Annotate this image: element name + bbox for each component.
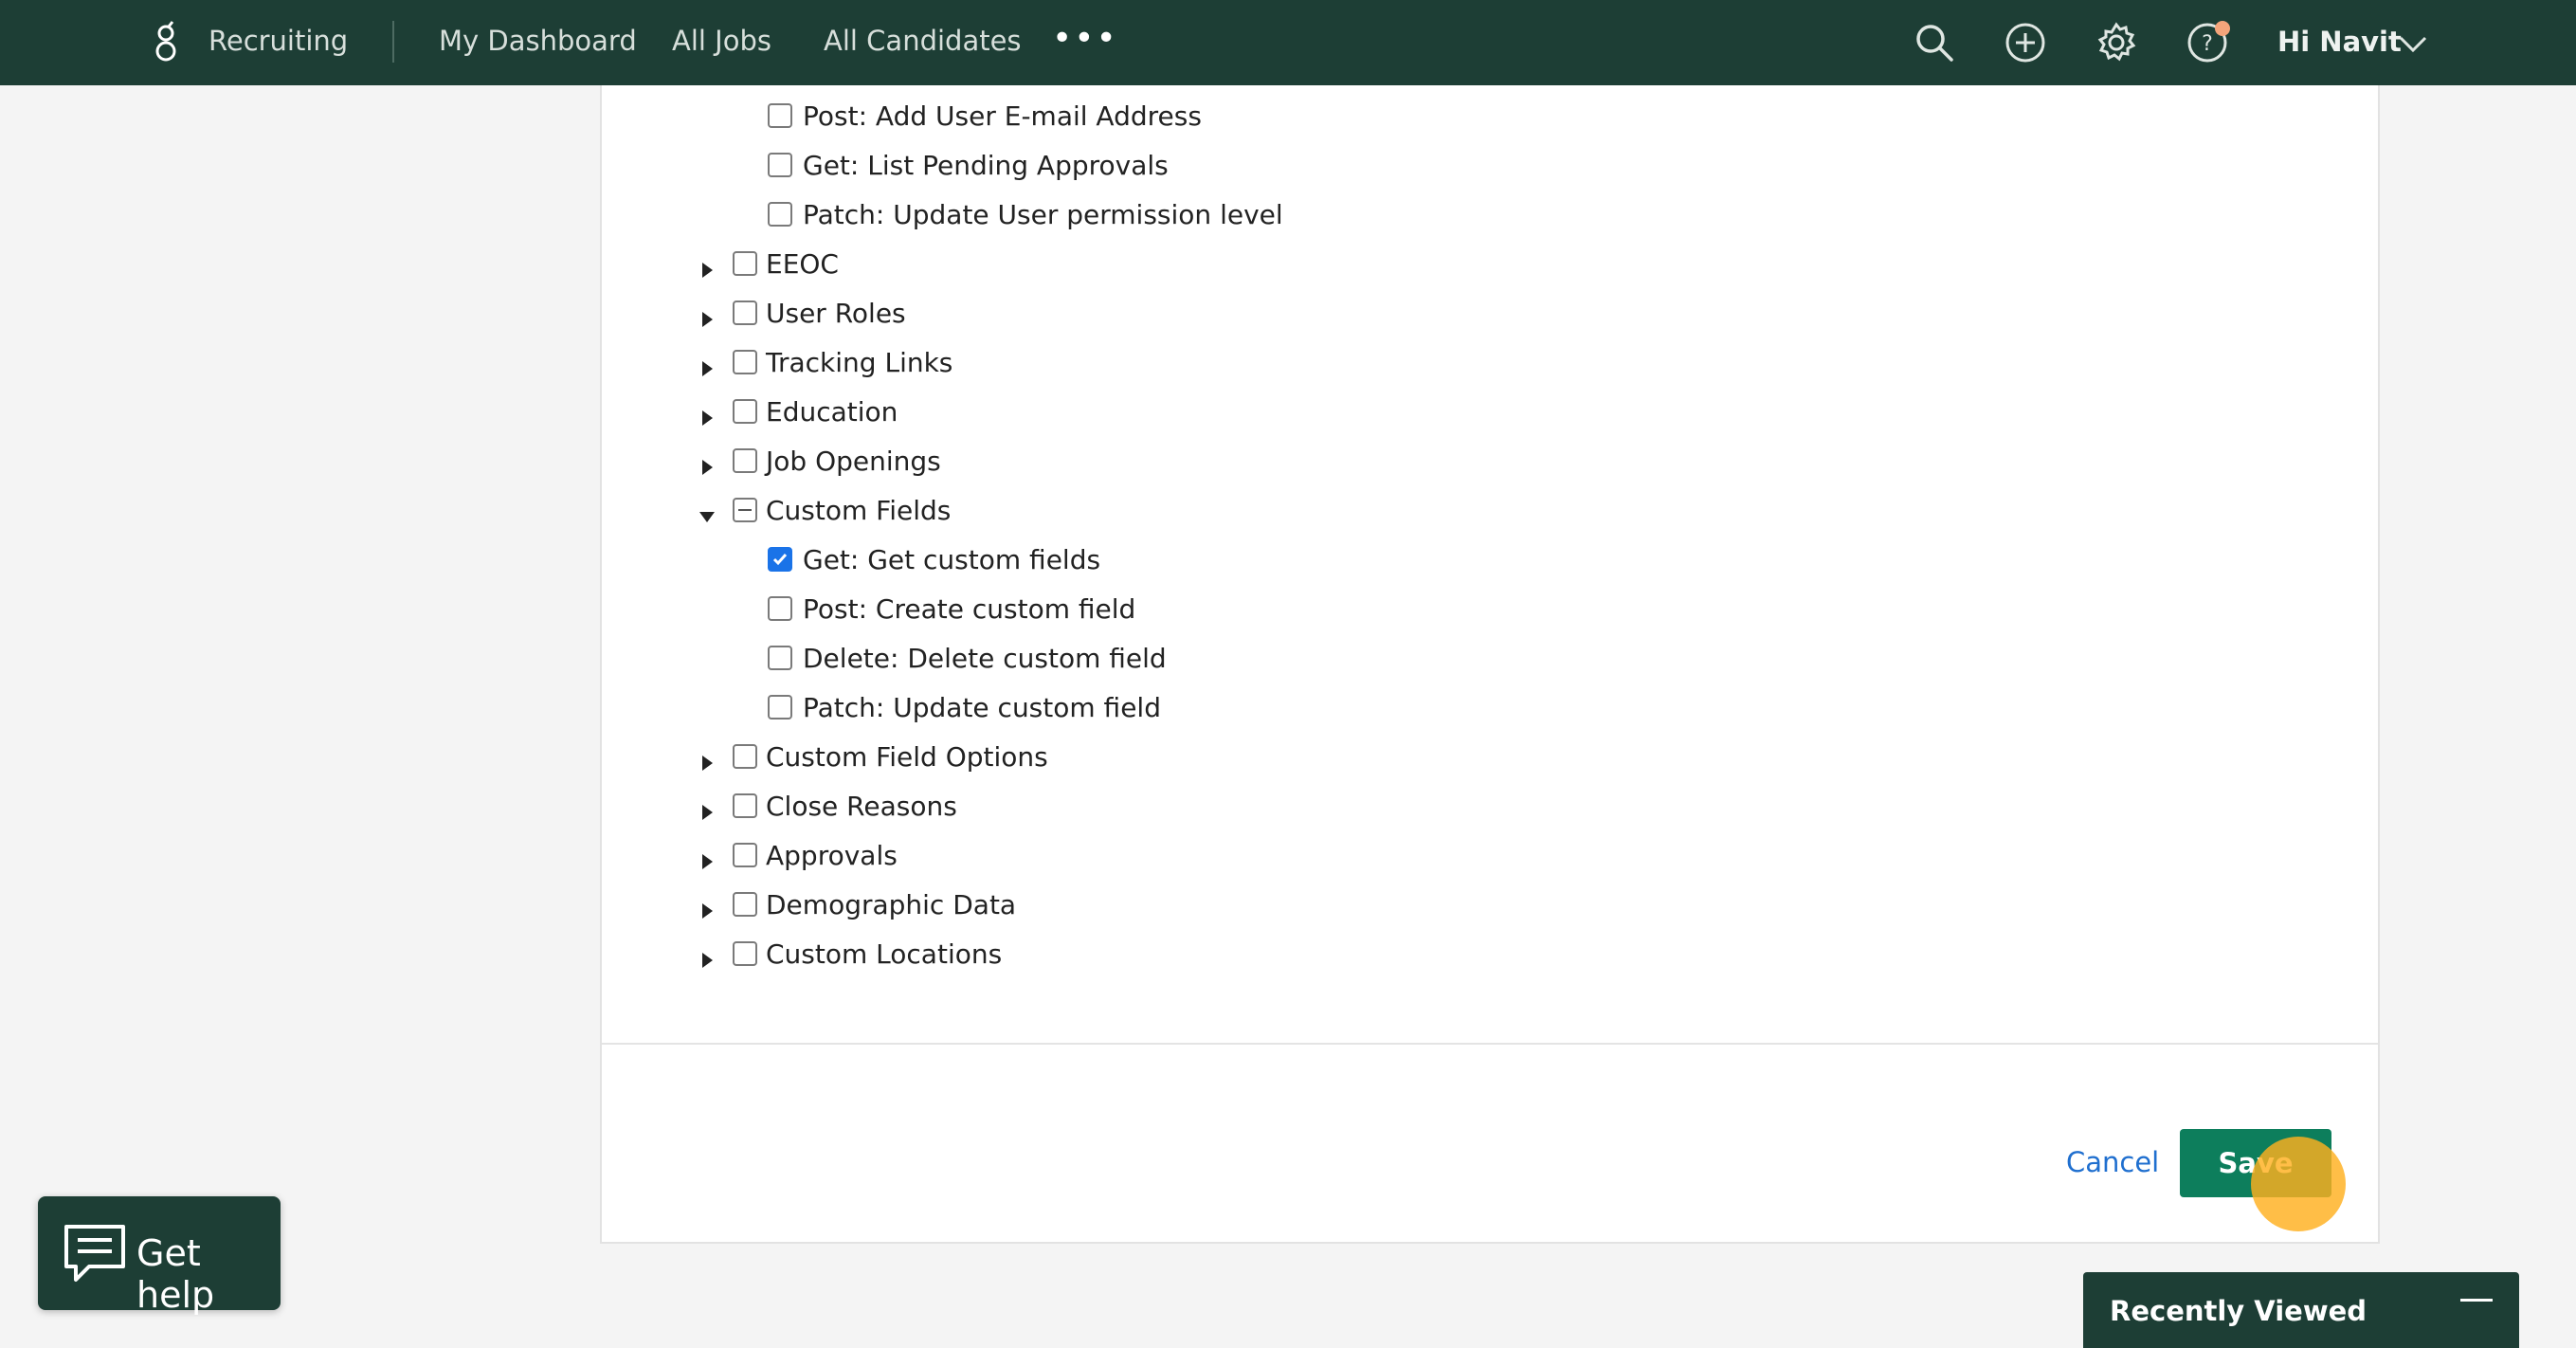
permission-checkbox[interactable]	[733, 301, 757, 325]
permission-item-row: Post: Add User E-mail Address	[768, 100, 1905, 138]
caret-down-icon[interactable]	[697, 502, 717, 523]
permission-label: Custom Fields	[766, 495, 952, 526]
caret-right-icon[interactable]	[697, 946, 717, 968]
nav-all-jobs[interactable]: All Jobs	[672, 25, 771, 57]
permission-checkbox[interactable]	[768, 153, 792, 177]
get-help-widget[interactable]: Get help	[38, 1196, 281, 1316]
permission-label: Approvals	[766, 840, 898, 871]
permission-group-row: Approvals	[697, 840, 1834, 878]
permission-item-row: Get: List Pending Approvals	[768, 150, 1905, 188]
caret-right-icon[interactable]	[697, 453, 717, 475]
permission-item-row: Delete: Delete custom field	[768, 643, 1905, 681]
permission-label: Custom Field Options	[766, 741, 1048, 773]
recently-viewed-title: Recently Viewed	[2110, 1295, 2367, 1327]
permission-group-row: Custom Fields	[697, 495, 1834, 533]
permission-checkbox[interactable]	[733, 793, 757, 818]
permission-checkbox[interactable]	[768, 596, 792, 621]
permission-group-row: Job Openings	[697, 446, 1834, 483]
caret-right-icon[interactable]	[697, 256, 717, 278]
permission-group-row: User Roles	[697, 298, 1834, 336]
cancel-button[interactable]: Cancel	[2066, 1146, 2159, 1178]
permission-label: Demographic Data	[766, 889, 1017, 920]
permission-checkbox[interactable]	[733, 843, 757, 867]
chevron-down-icon[interactable]	[2398, 32, 2428, 55]
permission-label: Get: List Pending Approvals	[803, 150, 1169, 181]
click-indicator	[2251, 1137, 2346, 1231]
chat-icon	[61, 1219, 129, 1287]
permission-label: Close Reasons	[766, 791, 957, 822]
permission-label: Post: Add User E-mail Address	[803, 100, 1202, 132]
minimize-icon[interactable]	[2457, 1287, 2496, 1316]
caret-right-icon[interactable]	[697, 798, 717, 820]
permission-label: Post: Create custom field	[803, 593, 1136, 625]
permission-item-row: Patch: Update custom field	[768, 692, 1905, 730]
permission-label: Education	[766, 396, 898, 428]
permission-checkbox[interactable]	[733, 251, 757, 276]
nav-my-dashboard[interactable]: My Dashboard	[439, 25, 637, 57]
permission-group-row: Close Reasons	[697, 791, 1834, 829]
form-footer	[600, 1045, 2380, 1244]
permission-group-row: EEOC	[697, 248, 1834, 286]
settings-gear-icon[interactable]	[2095, 21, 2138, 64]
permission-label: Patch: Update User permission level	[803, 199, 1283, 230]
permission-checkbox[interactable]	[768, 646, 792, 670]
permission-group-row: Tracking Links	[697, 347, 1834, 385]
permission-label: Get: Get custom fields	[803, 544, 1101, 575]
permission-item-row: Patch: Update User permission level	[768, 199, 1905, 237]
permission-label: Tracking Links	[766, 347, 953, 378]
greenhouse-logo-icon[interactable]	[152, 17, 180, 66]
notification-dot	[2215, 21, 2230, 36]
add-circle-icon[interactable]	[2004, 21, 2047, 64]
recently-viewed-drawer[interactable]: Recently Viewed	[2083, 1272, 2519, 1348]
permission-label: EEOC	[766, 248, 839, 280]
caret-right-icon[interactable]	[697, 749, 717, 771]
user-greeting[interactable]: Hi Navit	[2277, 26, 2402, 58]
permission-group-row: Custom Field Options	[697, 741, 1834, 779]
permission-label: Patch: Update custom field	[803, 692, 1161, 723]
more-menu-button[interactable]: •••	[1052, 19, 1118, 58]
permission-checkbox[interactable]	[768, 103, 792, 128]
permission-checkbox[interactable]	[733, 892, 757, 917]
get-help-label: Get help	[136, 1232, 215, 1316]
nav-divider	[392, 21, 394, 63]
permission-checkbox[interactable]	[733, 350, 757, 374]
permission-label: Custom Locations	[766, 938, 1003, 970]
permission-checkbox[interactable]	[768, 547, 792, 572]
permission-checkbox[interactable]	[733, 744, 757, 769]
caret-right-icon[interactable]	[697, 847, 717, 869]
nav-all-candidates[interactable]: All Candidates	[824, 25, 1022, 57]
permission-group-row: Demographic Data	[697, 889, 1834, 927]
permission-checkbox[interactable]	[768, 695, 792, 720]
permission-checkbox[interactable]	[733, 399, 757, 424]
permission-item-row: Post: Create custom field	[768, 593, 1905, 631]
permission-group-row: Custom Locations	[697, 938, 1834, 976]
svg-text:?: ?	[2202, 32, 2213, 56]
permission-group-row: Education	[697, 396, 1834, 434]
search-icon[interactable]	[1913, 21, 1956, 64]
permission-checkbox[interactable]	[733, 498, 757, 522]
caret-right-icon[interactable]	[697, 355, 717, 376]
permission-label: User Roles	[766, 298, 906, 329]
permission-label: Job Openings	[766, 446, 941, 477]
top-navigation-bar: Recruiting My Dashboard All Jobs All Can…	[0, 0, 2576, 85]
caret-right-icon[interactable]	[697, 404, 717, 426]
permission-checkbox[interactable]	[768, 202, 792, 227]
caret-right-icon[interactable]	[697, 305, 717, 327]
caret-right-icon[interactable]	[697, 897, 717, 919]
permission-label: Delete: Delete custom field	[803, 643, 1167, 674]
permission-checkbox[interactable]	[733, 448, 757, 473]
permission-checkbox[interactable]	[733, 941, 757, 966]
permission-item-row: Get: Get custom fields	[768, 544, 1905, 582]
brand-name[interactable]: Recruiting	[209, 25, 348, 57]
